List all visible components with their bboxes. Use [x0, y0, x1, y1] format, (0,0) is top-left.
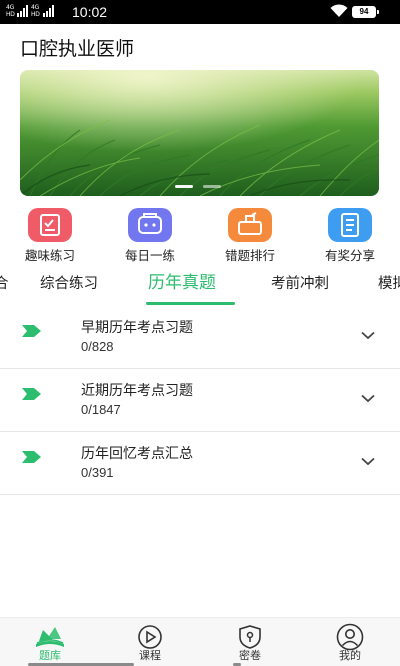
quick-action-wrong-ranking[interactable]: 错题排行 [215, 208, 285, 264]
signal-bars-icon [43, 5, 54, 17]
nav-label: 密卷 [239, 649, 261, 662]
nav-label: 题库 [39, 649, 61, 662]
chevron-down-icon[interactable] [361, 331, 375, 340]
status-time: 10:02 [72, 4, 108, 20]
quick-action-label: 趣味练习 [24, 248, 75, 263]
quick-action-daily-practice[interactable]: 每日一练 [115, 208, 185, 264]
green-flag-icon [22, 388, 41, 400]
share-reward-icon [328, 208, 372, 242]
list-item-progress: 0/391 [81, 465, 114, 480]
page-title: 口腔执业医师 [20, 38, 135, 60]
nav-secret-paper[interactable]: 密卷 [200, 618, 300, 666]
network-type-label: 4G [31, 4, 40, 11]
chevron-down-icon[interactable] [361, 394, 375, 403]
quick-action-label: 有奖分享 [324, 248, 375, 263]
carousel-indicator [175, 185, 225, 189]
wrong-ranking-icon [228, 208, 272, 242]
network-hd-label: HD [6, 11, 15, 18]
list-item[interactable]: 历年回忆考点汇总 0/391 [0, 433, 400, 495]
carousel-dot [203, 185, 221, 188]
chevron-down-icon[interactable] [361, 457, 375, 466]
status-bar: 4G HD 4G HD 10:02 94 [0, 0, 400, 24]
daily-practice-icon [128, 208, 172, 242]
nav-label: 我的 [339, 649, 361, 662]
list-item-progress: 0/1847 [81, 402, 121, 417]
tab-mock[interactable]: 模拟 [378, 274, 400, 294]
list-item-title: 历年回忆考点汇总 [81, 446, 193, 462]
wifi-icon [330, 4, 348, 17]
secret-paper-lock-icon [239, 625, 261, 649]
nav-profile[interactable]: 我的 [300, 618, 400, 666]
profile-icon [336, 623, 364, 651]
list-item[interactable]: 早期历年考点习题 0/828 [0, 307, 400, 369]
list-item-title: 早期历年考点习题 [81, 320, 193, 336]
list-item-title: 近期历年考点习题 [81, 383, 193, 399]
active-tab-indicator [146, 302, 235, 305]
battery-indicator: 94 [352, 6, 379, 18]
quick-action-label: 每日一练 [124, 248, 175, 263]
tab-pre-exam-sprint[interactable]: 考前冲刺 [271, 274, 329, 294]
tab-comprehensive-practice[interactable]: 综合练习 [40, 274, 98, 294]
banner-carousel[interactable] [20, 70, 379, 196]
nav-course[interactable]: 课程 [100, 618, 200, 666]
interest-practice-icon [28, 208, 72, 242]
list-item-progress: 0/828 [81, 339, 114, 354]
green-flag-icon [22, 325, 41, 337]
network-hd-label: HD [31, 11, 40, 18]
green-flag-icon [22, 451, 41, 463]
category-tabs: 合 综合练习 历年真题 考前冲刺 模拟 [0, 266, 400, 306]
network-type-label: 4G [6, 4, 15, 11]
quick-action-share-reward[interactable]: 有奖分享 [315, 208, 385, 264]
bottom-navigation: 题库 课程 密卷 我的 [0, 617, 400, 666]
course-play-icon [138, 625, 162, 649]
signal-indicator-2: 4G HD [31, 4, 40, 18]
tab-past-exams[interactable]: 历年真题 [148, 273, 216, 293]
quick-action-interest-practice[interactable]: 趣味练习 [15, 208, 85, 264]
signal-bars-icon [17, 5, 28, 17]
signal-indicator-1: 4G HD [6, 4, 15, 18]
list-item[interactable]: 近期历年考点习题 0/1847 [0, 370, 400, 432]
grass-banner-image [20, 70, 379, 196]
quick-action-label: 错题排行 [224, 248, 275, 263]
tab-partial[interactable]: 合 [0, 274, 9, 294]
nav-label: 课程 [139, 649, 161, 662]
question-bank-icon [36, 627, 64, 647]
carousel-dot-active [175, 185, 193, 188]
nav-question-bank[interactable]: 题库 [0, 618, 100, 666]
